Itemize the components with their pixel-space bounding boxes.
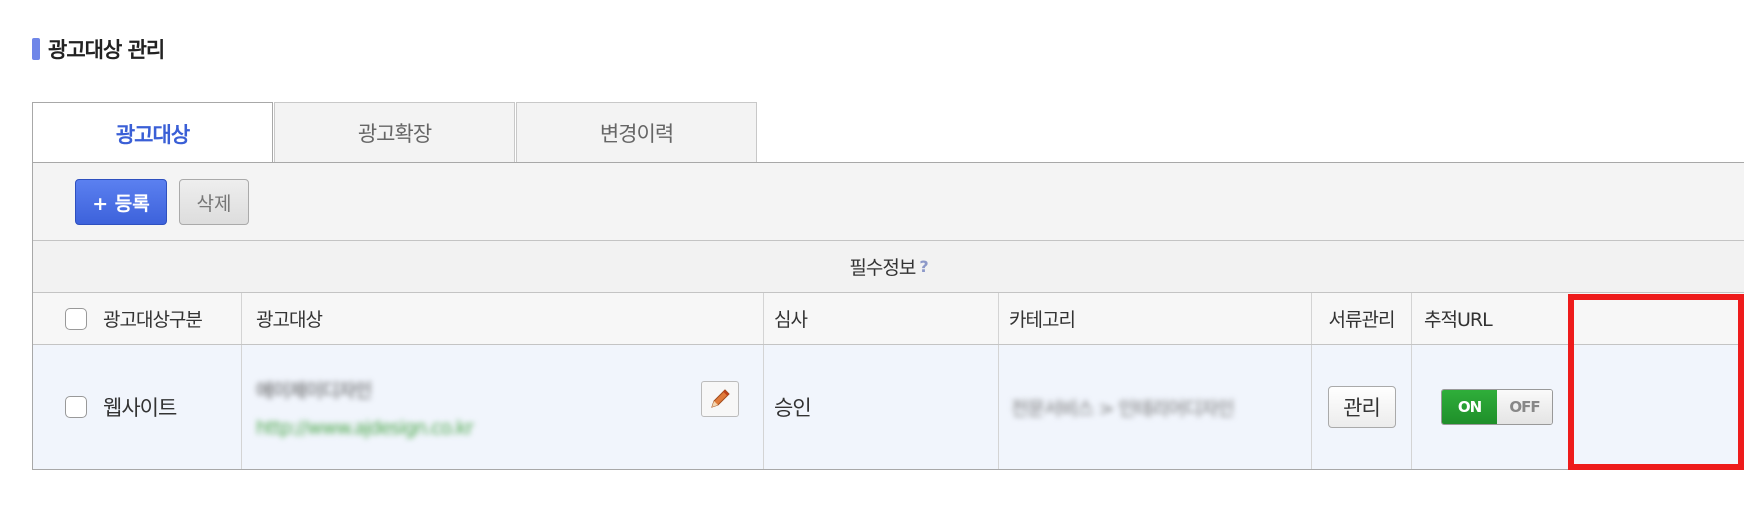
tab-bar: 광고대상 광고확장 변경이력	[32, 102, 757, 164]
row-tracking-cell: ON OFF	[1412, 345, 1744, 469]
select-all-checkbox[interactable]	[65, 307, 87, 330]
delete-button[interactable]: 삭제	[179, 179, 249, 225]
target-name: 에이제이디자인	[256, 379, 372, 402]
row-category-cell: 전문서비스 > 인테리어디자인	[999, 345, 1312, 469]
help-icon[interactable]: ?	[919, 257, 928, 276]
column-docs: 서류관리	[1312, 293, 1412, 344]
column-type-label: 광고대상구분	[103, 309, 203, 331]
column-category: 카테고리	[999, 293, 1312, 344]
toggle-off[interactable]: OFF	[1497, 390, 1552, 424]
row-docs-cell: 관리	[1312, 345, 1412, 469]
column-tracking-url: 추적URL	[1412, 293, 1744, 344]
row-type-cell: 웹사이트	[33, 345, 242, 469]
column-review: 심사	[764, 293, 999, 344]
table-row: 웹사이트 에이제이디자인 http://www.ajdesign.co.kr 승…	[33, 345, 1744, 469]
section-title: 광고대상 관리	[32, 36, 165, 62]
register-button[interactable]: + 등록	[75, 179, 167, 225]
column-docs-label: 서류관리	[1328, 309, 1396, 331]
required-info-label: 필수정보	[849, 257, 916, 279]
required-info-header: 필수정보 ?	[33, 241, 1744, 293]
section-title-text: 광고대상 관리	[48, 38, 165, 62]
tab-ad-extension[interactable]: 광고확장	[274, 102, 515, 162]
toolbar: + 등록 삭제	[33, 163, 1744, 241]
target-url[interactable]: http://www.ajdesign.co.kr	[256, 417, 474, 439]
row-category: 전문서비스 > 인테리어디자인	[1011, 397, 1235, 420]
column-type: 광고대상구분	[33, 293, 242, 344]
column-category-label: 카테고리	[1009, 309, 1076, 331]
row-type: 웹사이트	[103, 396, 177, 420]
column-ad-target-label: 광고대상	[256, 309, 323, 331]
toggle-on[interactable]: ON	[1442, 390, 1497, 424]
column-tracking-url-label: 추적URL	[1424, 309, 1493, 331]
row-checkbox[interactable]	[65, 396, 87, 418]
pencil-icon	[711, 389, 730, 408]
tab-ad-target[interactable]: 광고대상	[32, 102, 273, 164]
title-marker-icon	[32, 38, 40, 60]
tracking-url-toggle[interactable]: ON OFF	[1441, 389, 1553, 425]
manage-docs-button[interactable]: 관리	[1327, 386, 1396, 428]
row-target-cell: 에이제이디자인 http://www.ajdesign.co.kr	[242, 345, 764, 469]
tab-change-history[interactable]: 변경이력	[516, 102, 757, 162]
column-review-label: 심사	[774, 309, 808, 331]
row-review-cell: 승인	[764, 345, 999, 469]
row-review: 승인	[774, 396, 812, 420]
ad-target-panel: + 등록 삭제 필수정보 ? 광고대상구분 광고대상 심사 카테고리 서류관리 …	[32, 162, 1744, 470]
column-ad-target: 광고대상	[242, 293, 764, 344]
edit-button[interactable]	[701, 381, 739, 417]
column-header-row: 광고대상구분 광고대상 심사 카테고리 서류관리 추적URL	[33, 293, 1744, 345]
